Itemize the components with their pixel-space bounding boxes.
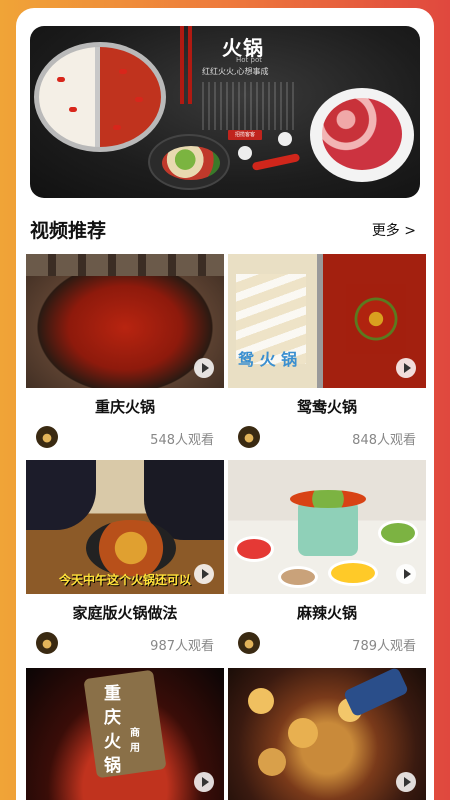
play-icon[interactable]: [194, 358, 214, 378]
garlic-illustration: [278, 132, 292, 146]
video-overlay-text: 鸳 火 锅: [238, 350, 298, 369]
video-thumbnail[interactable]: 重 庆 火 锅 商用: [26, 668, 224, 800]
vegetable-dish-illustration: [148, 134, 230, 190]
video-card[interactable]: 重庆火锅 548人观看: [26, 254, 224, 454]
author-avatar[interactable]: [36, 426, 58, 448]
video-title: 家庭版火锅做法: [72, 604, 178, 622]
play-icon[interactable]: [194, 564, 214, 584]
view-count: 789人观看: [352, 639, 416, 654]
video-card[interactable]: [228, 668, 426, 800]
video-card[interactable]: 今天中午这个火锅还可以 家庭版火锅做法 987人观看: [26, 460, 224, 660]
banner-subtitle: Hot pot: [236, 56, 262, 64]
banner-decorative-text: [202, 82, 298, 130]
video-thumbnail[interactable]: [228, 460, 426, 594]
banner-button[interactable]: 招揽客客: [228, 130, 262, 140]
video-title: 鸳鸯火锅: [296, 398, 357, 416]
hotpot-banner[interactable]: 火锅 Hot pot 红红火火,心想事成 招揽客客: [30, 26, 420, 198]
video-card[interactable]: 鸳 火 锅 鸳鸯火锅 848人观看: [228, 254, 426, 454]
video-overlay-text: 重 庆 火 锅: [104, 684, 121, 776]
video-overlay-small: 商用: [130, 728, 140, 754]
play-icon[interactable]: [194, 772, 214, 792]
video-thumbnail[interactable]: [26, 254, 224, 388]
play-icon[interactable]: [396, 772, 416, 792]
meat-plate-illustration: [310, 88, 414, 182]
section-header: 视频推荐 更多 >: [30, 216, 420, 244]
chopstick-illustration: [188, 26, 192, 104]
chili-illustration: [251, 153, 301, 171]
video-card[interactable]: 重 庆 火 锅 商用: [26, 668, 224, 800]
section-title: 视频推荐: [30, 220, 107, 242]
author-avatar[interactable]: [238, 426, 260, 448]
author-avatar[interactable]: [238, 632, 260, 654]
video-card[interactable]: 麻辣火锅 789人观看: [228, 460, 426, 660]
banner-slogan: 红红火火,心想事成: [202, 67, 269, 76]
view-count: 548人观看: [150, 433, 214, 448]
video-thumbnail[interactable]: 今天中午这个火锅还可以: [26, 460, 224, 594]
yuanyang-pot-illustration: [34, 42, 166, 152]
video-title: 麻辣火锅: [296, 604, 357, 622]
more-link[interactable]: 更多 >: [372, 220, 416, 240]
chopstick-illustration: [180, 26, 184, 104]
view-count: 848人观看: [352, 433, 416, 448]
garlic-illustration: [238, 146, 252, 160]
play-icon[interactable]: [396, 564, 416, 584]
video-thumbnail[interactable]: 鸳 火 锅: [228, 254, 426, 388]
author-avatar[interactable]: [36, 632, 58, 654]
video-thumbnail[interactable]: [228, 668, 426, 800]
view-count: 987人观看: [150, 639, 214, 654]
content-card: 火锅 Hot pot 红红火火,心想事成 招揽客客 视频推荐 更多 > 重庆火锅…: [16, 8, 434, 800]
video-title: 重庆火锅: [94, 398, 155, 416]
play-icon[interactable]: [396, 358, 416, 378]
